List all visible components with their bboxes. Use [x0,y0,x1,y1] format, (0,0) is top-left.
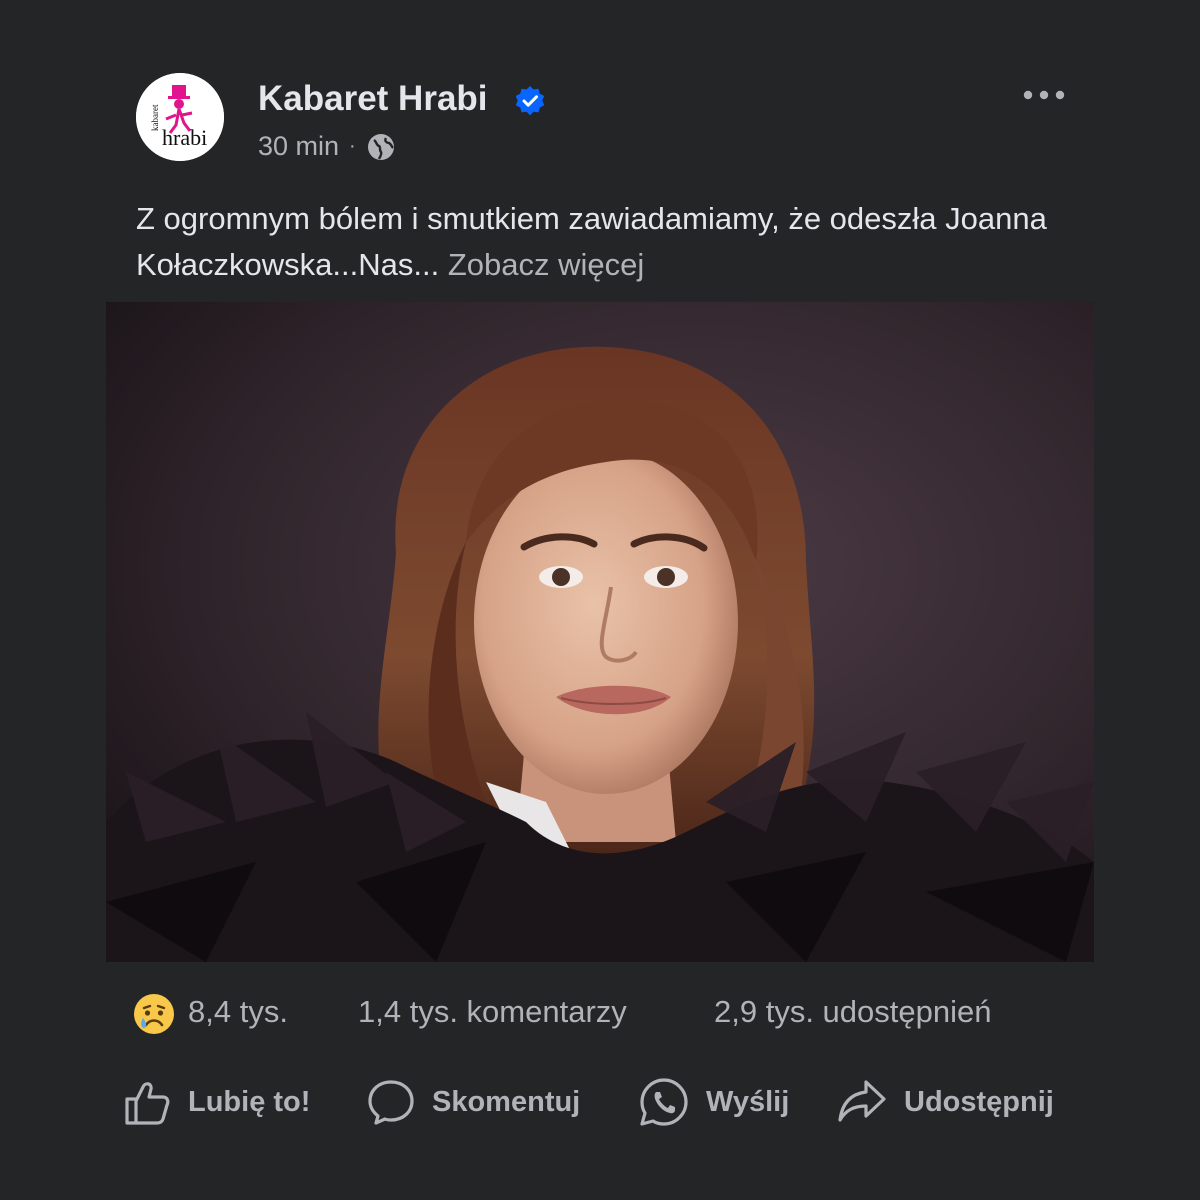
page-name[interactable]: Kabaret Hrabi [258,79,488,119]
comment-bubble-icon [368,1080,414,1125]
reaction-count[interactable]: 8,4 tys. [188,994,288,1030]
meta-separator: · [349,135,356,157]
comment-label: Skomentuj [432,1085,581,1118]
share-label: Udostępnij [904,1085,1054,1118]
kabaret-hrabi-logo: kabaret hrabi [136,73,224,161]
portrait-photo [106,302,1094,962]
comment-button[interactable]: Skomentuj [366,1072,580,1132]
sad-face-icon[interactable] [132,992,176,1036]
verified-badge-icon [515,86,545,116]
svg-text:kabaret: kabaret [150,104,160,131]
share-arrow-icon [838,1080,886,1122]
page-avatar[interactable]: kabaret hrabi [136,73,224,161]
like-label: Lubię to! [188,1085,311,1118]
post-header: kabaret hrabi Kabaret Hrabi 30 min · [136,73,1066,163]
svg-text:hrabi: hrabi [162,125,207,150]
share-count[interactable]: 2,9 tys. udostępnień [714,994,991,1030]
post-meta: 30 min · [258,131,396,162]
comment-count[interactable]: 1,4 tys. komentarzy [358,994,627,1030]
post-timestamp[interactable]: 30 min [258,131,339,162]
post-actions: Lubię to! Skomentuj Wyślij Udostępnij [122,1072,1082,1132]
see-more-link[interactable]: Zobacz więcej [448,247,644,282]
send-button[interactable]: Wyślij [638,1072,789,1132]
send-label: Wyślij [706,1085,790,1118]
globe-icon [367,133,394,160]
post-photo[interactable] [106,302,1094,962]
share-button[interactable]: Udostępnij [836,1072,1054,1132]
post-stats: 8,4 tys. 1,4 tys. komentarzy 2,9 tys. ud… [132,990,1072,1040]
whatsapp-icon [640,1078,688,1126]
like-button[interactable]: Lubię to! [122,1072,310,1132]
thumbs-up-icon [125,1082,170,1125]
more-options-icon[interactable] [1022,85,1066,105]
post-text: Z ogromnym bólem i smutkiem zawiadamiamy… [136,196,1076,288]
